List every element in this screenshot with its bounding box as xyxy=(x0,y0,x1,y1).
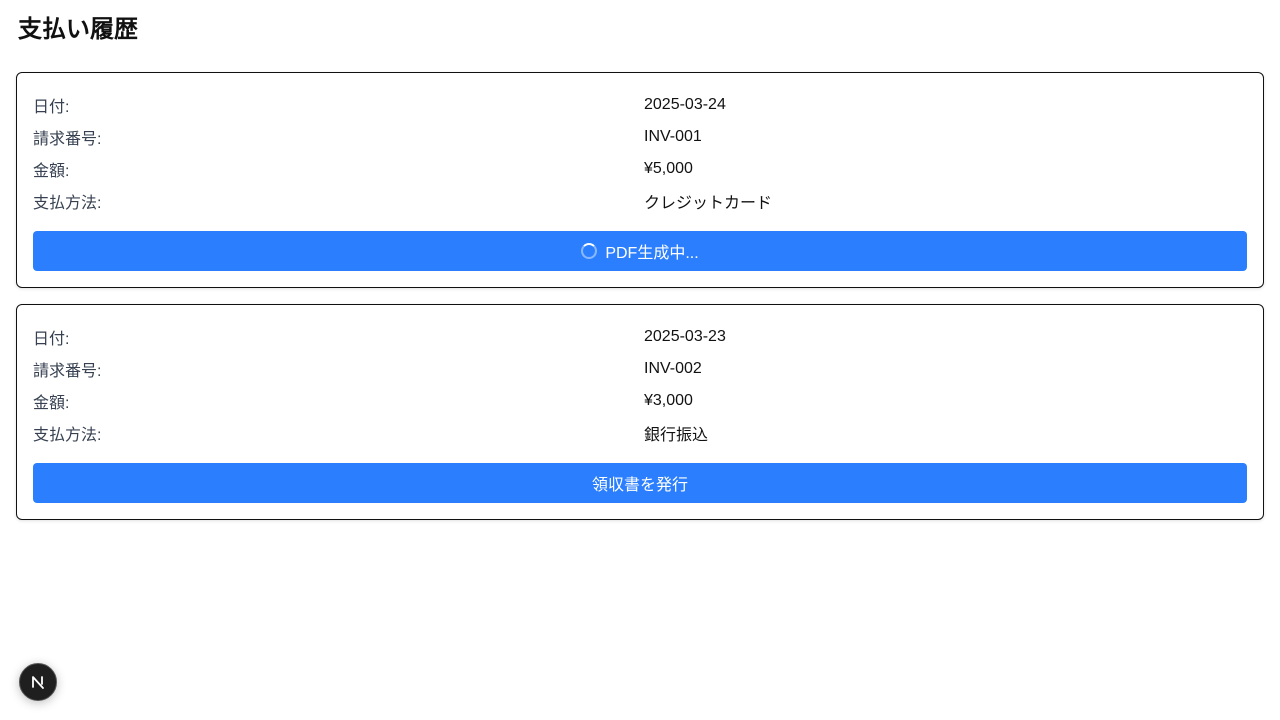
amount-value: ¥5,000 xyxy=(644,160,693,177)
payment-method-label: 支払方法: xyxy=(33,427,102,444)
payment-card: 日付: 2025-03-24 請求番号: INV-001 金額: ¥5,000 … xyxy=(16,72,1264,288)
amount-label: 金額: xyxy=(33,395,70,412)
payment-list: 日付: 2025-03-24 請求番号: INV-001 金額: ¥5,000 … xyxy=(16,72,1264,520)
payment-history-page: 支払い履歴 日付: 2025-03-24 請求番号: INV-001 金額: ¥… xyxy=(0,0,1280,720)
date-label: 日付: xyxy=(33,331,70,348)
invoice-number-row: 請求番号: INV-001 xyxy=(33,121,1247,153)
payment-card: 日付: 2025-03-23 請求番号: INV-002 金額: ¥3,000 … xyxy=(16,304,1264,520)
nextjs-dev-indicator-button[interactable] xyxy=(19,663,57,701)
invoice-number-value: INV-002 xyxy=(644,360,702,377)
amount-label: 金額: xyxy=(33,163,70,180)
nextjs-logo-icon xyxy=(32,676,44,689)
payment-method-value: 銀行振込 xyxy=(644,427,709,444)
payment-method-value: クレジットカード xyxy=(644,195,773,212)
date-row: 日付: 2025-03-24 xyxy=(33,89,1247,121)
loading-spinner-icon xyxy=(581,243,598,259)
amount-value: ¥3,000 xyxy=(644,392,693,409)
payment-method-row: 支払方法: 銀行振込 xyxy=(33,417,1247,449)
invoice-number-label: 請求番号: xyxy=(33,363,102,380)
amount-row: 金額: ¥3,000 xyxy=(33,385,1247,417)
invoice-number-row: 請求番号: INV-002 xyxy=(33,353,1247,385)
button-label: 領収書を発行 xyxy=(591,477,688,494)
page-title: 支払い履歴 xyxy=(18,16,138,43)
issue-receipt-button[interactable]: 領収書を発行 xyxy=(33,463,1247,503)
date-row: 日付: 2025-03-23 xyxy=(33,321,1247,353)
payment-method-row: 支払方法: クレジットカード xyxy=(33,185,1247,217)
date-value: 2025-03-24 xyxy=(644,96,726,113)
invoice-number-value: INV-001 xyxy=(644,128,702,145)
date-value: 2025-03-23 xyxy=(644,328,726,345)
generating-pdf-button[interactable]: PDF生成中... xyxy=(33,231,1247,271)
button-label: PDF生成中... xyxy=(605,245,699,262)
date-label: 日付: xyxy=(33,99,70,116)
amount-row: 金額: ¥5,000 xyxy=(33,153,1247,185)
invoice-number-label: 請求番号: xyxy=(33,131,102,148)
payment-method-label: 支払方法: xyxy=(33,195,102,212)
